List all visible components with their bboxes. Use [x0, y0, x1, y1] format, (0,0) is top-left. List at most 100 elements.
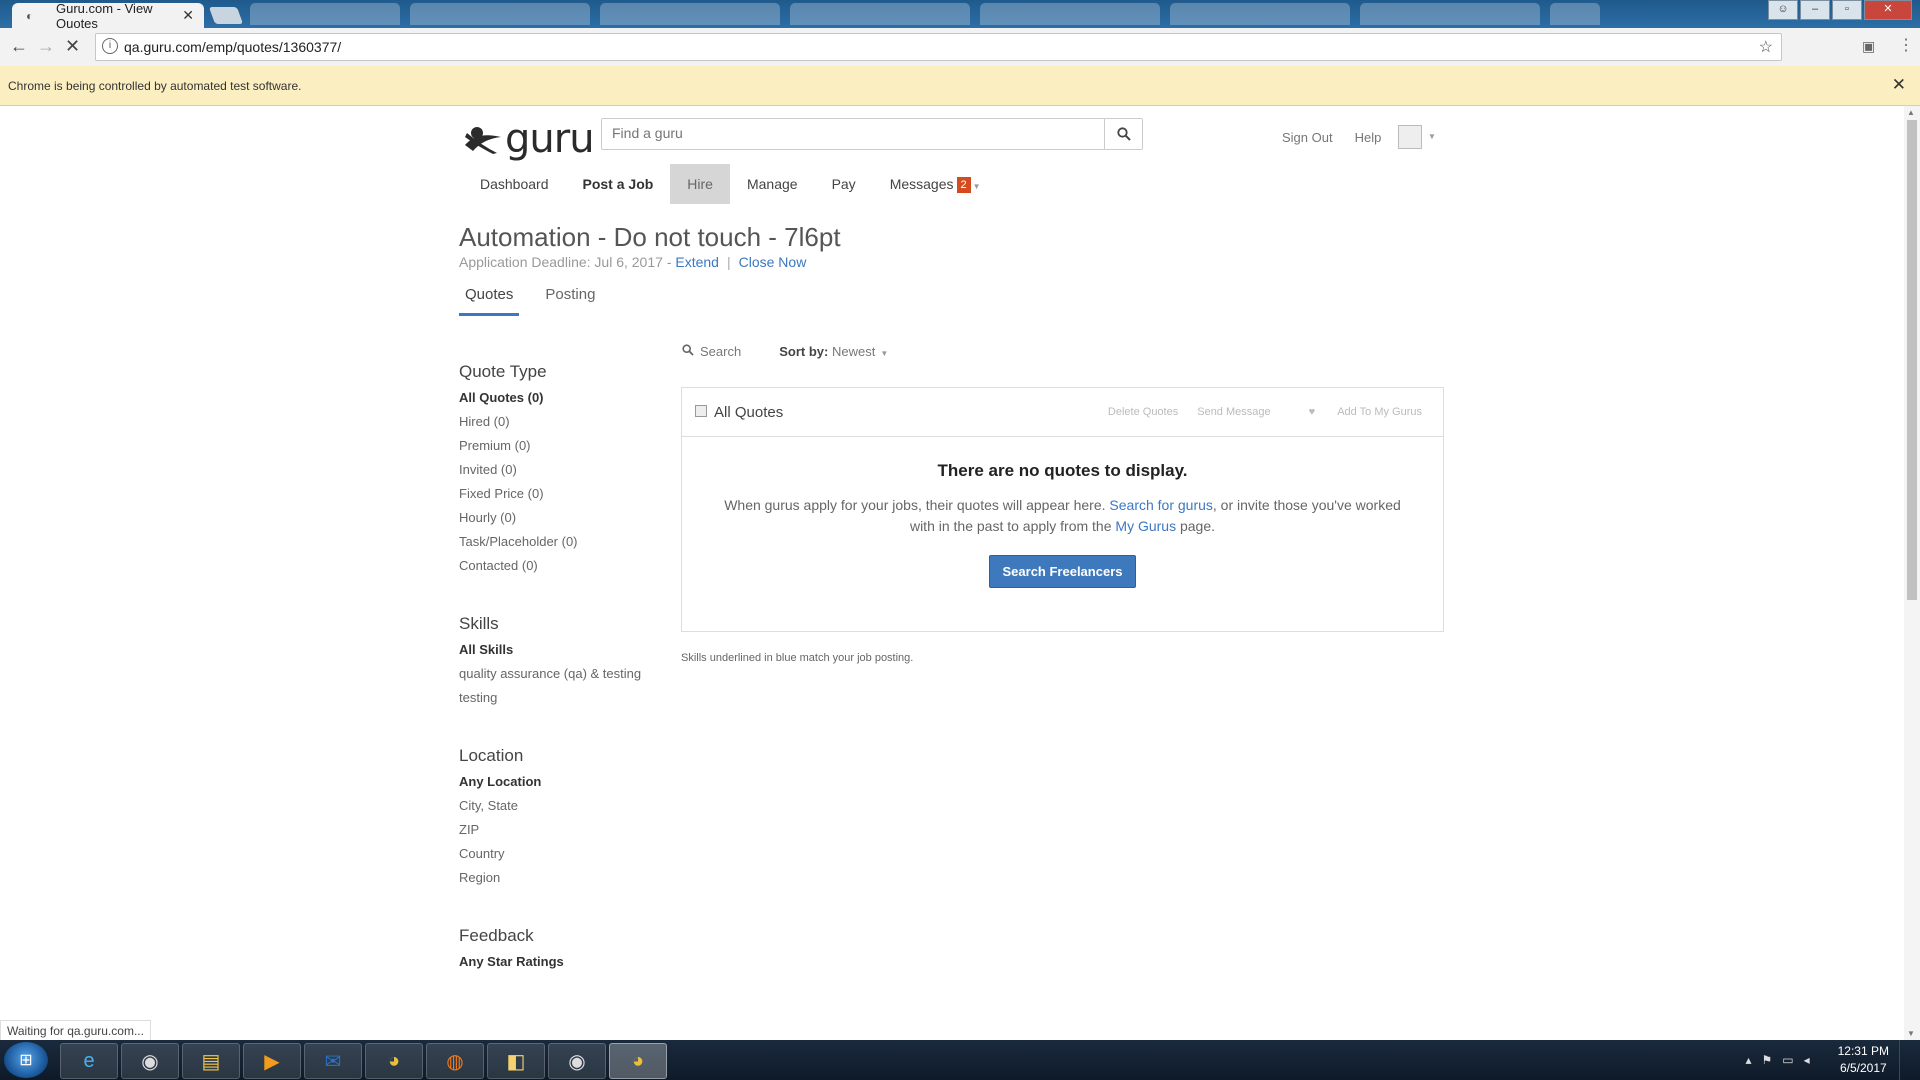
- sign-out-link[interactable]: Sign Out: [1282, 130, 1333, 145]
- back-arrow-icon[interactable]: ←: [10, 36, 28, 57]
- search-button[interactable]: [1104, 119, 1142, 149]
- tab-close-icon[interactable]: ✕: [182, 7, 194, 24]
- bookmark-star-icon[interactable]: ☆: [1759, 37, 1773, 57]
- nav-post-a-job[interactable]: Post a Job: [566, 164, 671, 204]
- background-tab[interactable]: [790, 3, 970, 25]
- outlook-icon[interactable]: ✉: [304, 1043, 362, 1079]
- clock-date: 6/5/2017: [1839, 1061, 1887, 1075]
- nav-pay[interactable]: Pay: [815, 164, 873, 204]
- url-field[interactable]: i qa.guru.com/emp/quotes/1360377/ ☆: [95, 33, 1782, 61]
- close-window-icon[interactable]: ✕: [1864, 0, 1912, 20]
- filter-option[interactable]: Premium (0): [459, 434, 649, 458]
- filter-option[interactable]: testing: [459, 686, 649, 710]
- add-to-my-gurus-button[interactable]: ♥ Add To My Gurus: [1290, 406, 1422, 418]
- stop-loading-icon[interactable]: ✕: [65, 36, 80, 57]
- filter-option[interactable]: All Quotes (0): [459, 386, 649, 410]
- tray-icons[interactable]: ▴⚑▭◂: [1745, 1053, 1819, 1067]
- filter-option[interactable]: Region: [459, 866, 649, 890]
- background-tab[interactable]: [250, 3, 400, 25]
- background-tab[interactable]: [600, 3, 780, 25]
- filter-option[interactable]: Task/Placeholder (0): [459, 530, 649, 554]
- avatar[interactable]: [1398, 125, 1422, 149]
- eclipse-icon[interactable]: ◉: [121, 1043, 179, 1079]
- internet-explorer-icon[interactable]: e: [60, 1043, 118, 1079]
- url-text: qa.guru.com/emp/quotes/1360377/: [124, 39, 342, 55]
- show-desktop-button[interactable]: [1899, 1040, 1912, 1080]
- nav-hire[interactable]: Hire: [670, 164, 730, 204]
- filter-option[interactable]: Hourly (0): [459, 506, 649, 530]
- user-profile-icon[interactable]: ☺: [1768, 0, 1798, 20]
- file-explorer-icon[interactable]: ▤: [182, 1043, 240, 1079]
- extension-icon[interactable]: ▣: [1862, 38, 1875, 55]
- site-info-icon[interactable]: i: [102, 38, 118, 54]
- filter-option[interactable]: Hired (0): [459, 410, 649, 434]
- select-all-checkbox[interactable]: [695, 405, 707, 417]
- empty-text: page.: [1179, 518, 1216, 534]
- eclipse-window-icon[interactable]: ◉: [548, 1043, 606, 1079]
- chevron-down-icon[interactable]: ▼: [1428, 132, 1436, 141]
- media-player-icon[interactable]: ▶: [243, 1043, 301, 1079]
- new-tab-button[interactable]: [208, 7, 244, 24]
- filter-option[interactable]: Fixed Price (0): [459, 482, 649, 506]
- chrome-icon[interactable]: ◕: [365, 1043, 423, 1079]
- background-tab[interactable]: [980, 3, 1160, 25]
- sort-label: Sort by:: [779, 344, 829, 359]
- sort-dropdown[interactable]: Sort by: Newest ▼: [779, 344, 888, 359]
- chrome-active-window-icon[interactable]: ◕: [609, 1043, 667, 1079]
- search-freelancers-button[interactable]: Search Freelancers: [988, 555, 1137, 588]
- background-tab[interactable]: [410, 3, 590, 25]
- clock[interactable]: 12:31 PM 6/5/2017: [1838, 1043, 1889, 1077]
- scrollbar-thumb[interactable]: [1907, 120, 1917, 600]
- filter-option[interactable]: Contacted (0): [459, 554, 649, 578]
- filter-quote-type: Quote Type All Quotes (0) Hired (0) Prem…: [459, 362, 649, 578]
- search-quotes-trigger[interactable]: [682, 344, 694, 359]
- scroll-down-icon[interactable]: ▼: [1907, 1029, 1915, 1038]
- minimize-icon[interactable]: –: [1800, 0, 1830, 20]
- send-message-button[interactable]: Send Message: [1197, 406, 1270, 418]
- chevron-down-icon: ▼: [880, 349, 889, 358]
- search-for-gurus-link[interactable]: Search for gurus: [1109, 497, 1213, 513]
- search-input[interactable]: [602, 119, 1117, 147]
- nav-messages[interactable]: Messages 2 ▼: [873, 164, 998, 204]
- nav-manage[interactable]: Manage: [730, 164, 815, 204]
- chrome-menu-icon[interactable]: ⋮: [1898, 35, 1914, 55]
- automation-infobar: Chrome is being controlled by automated …: [0, 66, 1920, 106]
- firefox-icon[interactable]: ◍: [426, 1043, 484, 1079]
- tab-posting[interactable]: Posting: [539, 286, 601, 316]
- logo-text: guru: [505, 116, 595, 162]
- filter-option[interactable]: Any Star Ratings: [459, 950, 649, 974]
- delete-quotes-button[interactable]: Delete Quotes: [1108, 406, 1178, 418]
- extend-link[interactable]: Extend: [675, 254, 719, 270]
- search-quotes-label[interactable]: Search: [700, 344, 741, 359]
- scroll-up-icon[interactable]: ▲: [1907, 108, 1915, 117]
- messages-count-badge: 2: [956, 177, 971, 193]
- filter-option[interactable]: All Skills: [459, 638, 649, 662]
- nav-dashboard[interactable]: Dashboard: [463, 164, 566, 204]
- my-gurus-link[interactable]: My Gurus: [1115, 518, 1176, 534]
- filter-heading: Skills: [459, 614, 499, 633]
- tab-quotes[interactable]: Quotes: [459, 286, 520, 316]
- add-to-my-gurus-label: Add To My Gurus: [1337, 406, 1422, 418]
- background-tab[interactable]: [1170, 3, 1350, 25]
- help-link[interactable]: Help: [1355, 130, 1382, 145]
- filter-option[interactable]: Invited (0): [459, 458, 649, 482]
- guru-search: [601, 118, 1143, 150]
- forward-arrow-icon[interactable]: →: [37, 36, 55, 57]
- background-tab[interactable]: [1360, 3, 1540, 25]
- browser-tab-strip: ◐ Guru.com - View Quotes ✕ ☺ – ▫ ✕: [0, 0, 1920, 31]
- infobar-close-icon[interactable]: ✕: [1892, 75, 1906, 95]
- tab-guru-view-quotes[interactable]: ◐ Guru.com - View Quotes ✕: [12, 1, 204, 31]
- background-tab[interactable]: [1550, 3, 1600, 25]
- sticky-notes-icon[interactable]: ◧: [487, 1043, 545, 1079]
- maximize-icon[interactable]: ▫: [1832, 0, 1862, 20]
- guru-logo[interactable]: guru: [463, 116, 595, 162]
- filter-option[interactable]: City, State: [459, 794, 649, 818]
- bulk-actions: Delete Quotes Send Message ♥ Add To My G…: [1089, 406, 1422, 418]
- filter-option[interactable]: ZIP: [459, 818, 649, 842]
- start-button[interactable]: ⊞: [4, 1042, 48, 1078]
- filter-option[interactable]: Any Location: [459, 770, 649, 794]
- filter-option[interactable]: quality assurance (qa) & testing: [459, 662, 649, 686]
- filter-option[interactable]: Country: [459, 842, 649, 866]
- page-scrollbar[interactable]: ▲ ▼: [1904, 106, 1920, 1040]
- close-now-link[interactable]: Close Now: [739, 254, 807, 270]
